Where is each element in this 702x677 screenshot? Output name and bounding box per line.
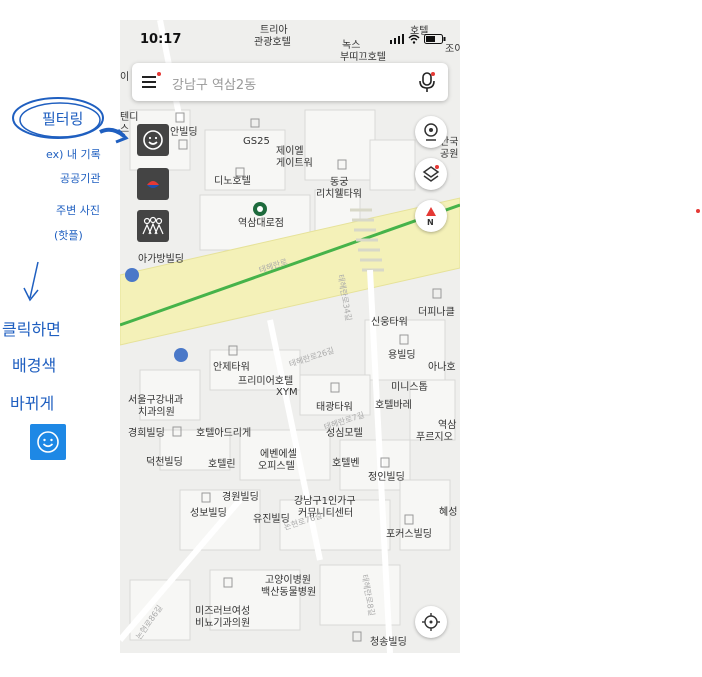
search-placeholder[interactable]: 강남구 역삼2동 (172, 74, 256, 93)
filter-people-button[interactable] (137, 210, 169, 242)
smile-icon (37, 431, 59, 453)
active-smile-button-example (30, 424, 66, 460)
map-poi-label[interactable]: 태광타워 (316, 400, 353, 413)
map-poi-label[interactable]: 녹스 (342, 39, 360, 51)
people-icon (142, 216, 164, 235)
map-poi-label[interactable]: 조이 (445, 43, 460, 55)
compass-button[interactable]: N (415, 200, 447, 232)
map-poi-label[interactable]: XYM (276, 387, 298, 398)
street-view-button[interactable] (415, 116, 447, 148)
status-icons (390, 34, 446, 44)
map-poi-label[interactable]: 역삼 (438, 419, 456, 431)
map-poi-label[interactable]: 더피나클 (418, 306, 455, 318)
mic-icon[interactable] (418, 71, 436, 93)
annotation-filter-title: 필터링 (42, 110, 84, 128)
map-poi-label[interactable]: 신웅타워 (371, 315, 408, 328)
svg-text:N: N (427, 218, 434, 226)
map-poi-label[interactable]: 에벤에셀 (260, 448, 297, 460)
map-poi-label[interactable]: 동궁 (330, 176, 348, 188)
map-poi-label[interactable]: 경원빌딩 (222, 490, 259, 503)
map-poi-label[interactable]: 공원 (440, 148, 458, 160)
filter-public-button[interactable] (137, 168, 169, 200)
street-view-icon (424, 123, 438, 141)
map-poi-label[interactable]: 용빌딩 (388, 349, 416, 361)
map-poi-label[interactable]: 비뇨기과의원 (195, 617, 250, 629)
layers-button[interactable] (415, 158, 447, 190)
map-poi-label[interactable]: 게이트워 (276, 156, 313, 169)
map-poi-label[interactable]: 강남구1인가구 (294, 495, 356, 507)
signal-icon (390, 34, 404, 44)
map-poi-label[interactable]: 호텔벤 (332, 457, 360, 469)
map-poi-label[interactable]: 관광호텔 (254, 36, 291, 48)
annotation-click-note: 배경색 (12, 356, 57, 375)
map-poi-label[interactable]: 푸르지오 (416, 431, 453, 443)
map-poi-label[interactable]: 호텔아드리게 (196, 427, 251, 439)
filter-smile-button[interactable] (137, 124, 169, 156)
current-location-button[interactable] (415, 606, 447, 638)
annotation-filter-example: (핫플) (54, 229, 83, 242)
location-target-icon (422, 613, 440, 631)
map-canvas[interactable]: 트리아 관광호텔 녹스 부띠끄호텔 호텔 조이 이 안빌딩 텐디 스 GS25 … (120, 20, 460, 653)
flag-icon (147, 181, 159, 188)
map-poi-label[interactable]: 덕천빌딩 (146, 456, 183, 468)
map-poi-label[interactable]: 청송빌딩 (370, 636, 407, 648)
map-poi-label[interactable]: 미즈러브여성 (195, 605, 250, 617)
map-poi-label[interactable]: 아가방빌딩 (138, 253, 184, 265)
map-poi-label[interactable]: 부띠끄호텔 (340, 51, 386, 63)
annotation-filter-example: ex) 내 기록 (46, 148, 101, 161)
search-bar[interactable]: 강남구 역삼2동 (132, 63, 448, 101)
phone-screen: 트리아 관광호텔 녹스 부띠끄호텔 호텔 조이 이 안빌딩 텐디 스 GS25 … (120, 20, 460, 653)
map-poi-label[interactable]: 안빌딩 (170, 126, 198, 138)
battery-icon (424, 34, 446, 44)
map-poi-label[interactable]: 고양이병원 (265, 574, 311, 586)
compass-icon: N (426, 207, 436, 226)
map-poi-label[interactable]: 디노호텔 (214, 175, 251, 187)
notification-dot (157, 72, 161, 76)
map-poi-label[interactable]: 미니스톱 (391, 381, 428, 393)
smile-icon (143, 130, 163, 150)
stray-red-dot (696, 209, 700, 213)
map-poi-label[interactable]: 역삼대로점 (238, 217, 284, 229)
layers-icon (422, 165, 440, 182)
annotation-click-note: 바뀌게 (10, 394, 55, 413)
status-time: 10:17 (140, 32, 182, 47)
map-poi-label[interactable]: 트리아 (260, 24, 288, 36)
map-poi-label[interactable]: 아나호 (428, 361, 456, 373)
map-poi-label[interactable]: 서울구강내과 (128, 394, 183, 406)
map-poi-label[interactable]: 제이엘 (276, 144, 304, 157)
map-poi-label[interactable]: 백산동물병원 (261, 586, 316, 598)
map-poi-label[interactable]: 포커스빌딩 (386, 528, 432, 540)
map-poi-label[interactable]: 성보빌딩 (190, 507, 227, 519)
map-poi-label[interactable]: 경희빌딩 (128, 426, 165, 439)
map-poi-label[interactable]: 치과의원 (138, 406, 175, 418)
map-poi-label[interactable]: 프리미어호텔 (238, 375, 293, 387)
map-poi-label[interactable]: 정인빌딩 (368, 471, 405, 483)
annotation-click-note: 클릭하면 (2, 320, 61, 339)
map-poi-label[interactable]: 호텔바레 (375, 399, 412, 411)
map-poi-label[interactable]: 안제타워 (213, 360, 250, 373)
map-poi-label[interactable]: GS25 (243, 136, 270, 147)
map-poi-label[interactable]: 호텔린 (208, 458, 236, 470)
map-poi-label[interactable]: 혜성 (439, 506, 457, 518)
wifi-icon (408, 34, 420, 44)
map-poi-label[interactable]: 이 (120, 71, 129, 83)
map-poi-label[interactable]: 오피스텔 (258, 460, 295, 472)
map-poi-label[interactable]: 리치웰타워 (316, 187, 362, 200)
annotation-filter-example: 주변 사진 (56, 204, 100, 217)
annotation-filter-example: 공공기관 (60, 172, 101, 185)
